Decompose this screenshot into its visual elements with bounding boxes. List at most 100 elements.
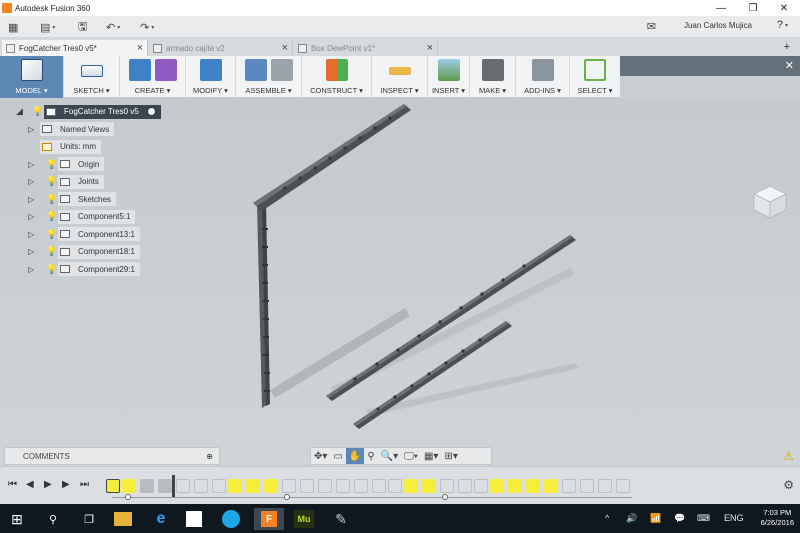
inkscape-icon[interactable]: ✎ <box>330 508 352 530</box>
timeline-next-button[interactable]: ▶ <box>62 479 70 490</box>
system-clock[interactable]: 7:03 PM 6/26/2016 <box>761 508 794 528</box>
pan-button[interactable]: ✋ <box>345 448 365 464</box>
timeline-feature[interactable] <box>336 479 350 493</box>
timeline-feature[interactable] <box>372 479 386 493</box>
message-icon[interactable]: ✉ <box>647 20 656 33</box>
tree-item-component18[interactable]: ▷ 💡 Component18:1 <box>14 243 184 261</box>
insert-group[interactable]: INSERT ▾ <box>428 56 470 98</box>
expand-icon[interactable]: ▷ <box>28 160 34 169</box>
tree-item-body[interactable]: Component5:1 <box>58 209 136 224</box>
collapse-icon[interactable]: ◢ <box>16 106 23 117</box>
timeline-marker-playhead[interactable] <box>172 475 175 497</box>
assemble-group[interactable]: ASSEMBLE ▾ <box>236 56 302 98</box>
timeline-play-button[interactable]: ▶ <box>44 479 52 490</box>
inspect-group[interactable]: INSPECT ▾ <box>372 56 428 98</box>
comments-panel[interactable]: COMMENTS ⊕ <box>4 447 220 465</box>
tab-close-icon[interactable]: × <box>137 42 143 54</box>
skype-icon[interactable] <box>222 510 240 528</box>
activate-radio-icon[interactable] <box>146 107 156 117</box>
zoom-window-button[interactable]: ⚲ <box>364 448 377 464</box>
timeline-feature[interactable] <box>388 479 402 493</box>
network-icon[interactable]: 📶 <box>650 513 661 524</box>
visibility-bulb-icon[interactable]: 💡 <box>46 229 57 240</box>
timeline-feature[interactable] <box>458 479 472 493</box>
visibility-bulb-icon[interactable]: 💡 <box>46 264 57 275</box>
timeline-last-button[interactable]: ⏭ <box>80 479 89 490</box>
display-settings-button[interactable]: 🖵▾ <box>401 448 421 464</box>
tree-item-sketches[interactable]: ▷ 💡 Sketches <box>14 191 184 209</box>
file-explorer-icon[interactable] <box>114 512 132 526</box>
timeline-joint-feature[interactable] <box>490 479 504 493</box>
timeline-group-marker[interactable] <box>442 494 448 500</box>
timeline-feature[interactable] <box>212 479 226 493</box>
maximize-button[interactable]: ❐ <box>737 0 769 16</box>
timeline-feature[interactable] <box>562 479 576 493</box>
modify-group[interactable]: MODIFY ▾ <box>186 56 236 98</box>
tree-item-component13[interactable]: ▷ 💡 Component13:1 <box>14 226 184 244</box>
fusion-taskbar-button[interactable]: F <box>254 508 284 530</box>
viewports-button[interactable]: ⊞▾ <box>441 448 460 464</box>
timeline-feature[interactable] <box>194 479 208 493</box>
select-group[interactable]: SELECT ▾ <box>570 56 620 98</box>
tab-close-icon[interactable]: × <box>427 42 433 54</box>
timeline-move-feature[interactable] <box>140 479 154 493</box>
volume-icon[interactable]: 🔊 <box>626 513 637 524</box>
search-icon[interactable]: ⚲ <box>42 508 64 530</box>
workspace-switcher[interactable]: MODEL ▾ <box>0 56 64 98</box>
tree-item-body[interactable]: Component29:1 <box>58 262 140 277</box>
add-ins-group[interactable]: ADD-INS ▾ <box>516 56 570 98</box>
view-cube[interactable] <box>752 184 788 220</box>
construct-group[interactable]: CONSTRUCT ▾ <box>302 56 372 98</box>
tree-item-body[interactable]: Joints <box>58 174 104 189</box>
close-ribbon-icon[interactable]: ✕ <box>785 59 794 72</box>
new-tab-button[interactable]: + <box>784 41 790 53</box>
tab-armado-cajita[interactable]: armado cajita v2 × <box>149 40 293 56</box>
create-group[interactable]: CREATE ▾ <box>120 56 186 98</box>
user-menu[interactable]: Juan Carlos Mujica <box>684 21 752 30</box>
visibility-bulb-icon[interactable]: 💡 <box>46 159 57 170</box>
tree-item-origin[interactable]: ▷ 💡 Origin <box>14 156 184 174</box>
undo-button[interactable]: ↶ ▾ <box>106 19 120 35</box>
component13-top-rail[interactable] <box>253 104 411 211</box>
orbit-button[interactable]: ✥▾ <box>311 448 330 464</box>
make-group[interactable]: MAKE ▾ <box>470 56 516 98</box>
timeline-feature[interactable] <box>440 479 454 493</box>
tree-item-body[interactable]: Origin <box>58 157 105 172</box>
expand-icon[interactable]: ▷ <box>28 265 34 274</box>
visibility-bulb-icon[interactable]: 💡 <box>46 194 57 205</box>
task-view-icon[interactable]: ❐ <box>78 508 100 530</box>
muse-icon[interactable]: Mu <box>294 510 314 528</box>
timeline-feature[interactable] <box>176 479 190 493</box>
timeline-prev-button[interactable]: ◀ <box>26 479 34 490</box>
redo-button[interactable]: ↷ ▾ <box>140 19 154 35</box>
timeline-feature[interactable] <box>300 479 314 493</box>
timeline-group-marker[interactable] <box>284 494 290 500</box>
tree-item-component29[interactable]: ▷ 💡 Component29:1 <box>14 261 184 279</box>
timeline-joint-feature[interactable] <box>526 479 540 493</box>
timeline-feature[interactable] <box>580 479 594 493</box>
expand-icon[interactable]: ▷ <box>28 212 34 221</box>
visibility-bulb-icon[interactable]: 💡 <box>32 106 43 117</box>
zoom-button[interactable]: 🔍▾ <box>378 448 401 464</box>
help-button[interactable]: ? ▾ <box>777 19 788 31</box>
warning-icon[interactable]: ⚠ <box>783 449 794 463</box>
timeline-first-button[interactable]: ⏮ <box>8 479 17 490</box>
minimize-button[interactable]: — <box>705 0 737 16</box>
timeline-sketch-feature[interactable] <box>228 479 242 493</box>
visibility-bulb-icon[interactable]: 💡 <box>46 246 57 257</box>
language-indicator[interactable]: ENG <box>724 513 744 523</box>
expand-icon[interactable]: ▷ <box>28 230 34 239</box>
timeline-sketch-feature[interactable] <box>422 479 436 493</box>
add-comment-icon[interactable]: ⊕ <box>206 452 213 461</box>
timeline-feature[interactable] <box>318 479 332 493</box>
store-icon[interactable] <box>186 511 202 527</box>
expand-icon[interactable]: ▷ <box>28 177 34 186</box>
timeline-sketch-feature[interactable] <box>264 479 278 493</box>
data-panel-grid-icon[interactable]: ▦ <box>8 19 18 35</box>
tray-overflow-icon[interactable]: ^ <box>605 513 609 523</box>
timeline-sketch-feature[interactable] <box>106 479 120 493</box>
timeline-joint-feature[interactable] <box>544 479 558 493</box>
close-window-button[interactable]: ✕ <box>768 0 800 16</box>
save-button[interactable]: 🖫 <box>78 19 87 35</box>
timeline-feature[interactable] <box>616 479 630 493</box>
